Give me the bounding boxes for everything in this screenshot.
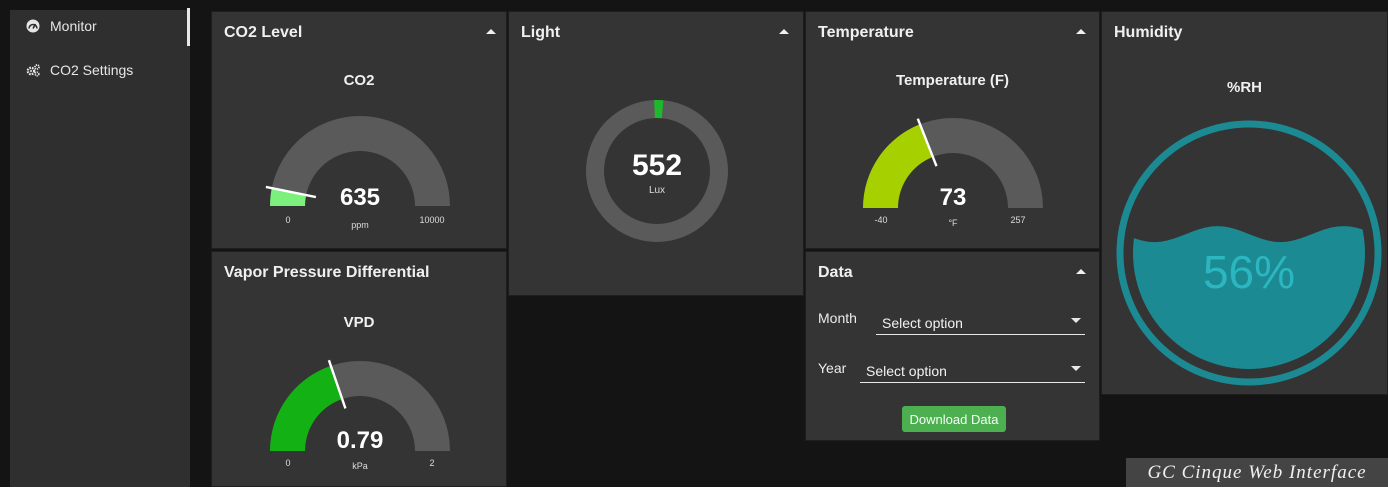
gauge-min-label: 0	[285, 458, 290, 468]
month-select-value: Select option	[882, 315, 963, 331]
year-select-value: Select option	[866, 363, 947, 379]
watermark-caption: GC Cinque Web Interface	[1126, 458, 1388, 487]
gauge-unit: °F	[948, 218, 958, 228]
humidity-card: Humidity %RH 56%	[1101, 11, 1388, 395]
year-select[interactable]: Select option	[860, 358, 1085, 383]
chevron-down-icon	[1071, 366, 1081, 371]
gauge-max-label: 2	[429, 458, 434, 468]
donut-value: 552	[632, 149, 682, 182]
co2-level-card: CO2 Level CO2 635 ppm 0 10000	[211, 11, 507, 249]
vpd-gauge: 0.79 kPa 0 2	[212, 252, 508, 488]
sidebar-item-co2-settings[interactable]: CO2 Settings	[10, 55, 190, 85]
gauge-unit: kPa	[352, 461, 368, 471]
sidebar-item-monitor[interactable]: Monitor	[10, 11, 190, 41]
dashboard-icon	[26, 19, 40, 33]
liquid-gauge-value: 56%	[1203, 246, 1295, 298]
temperature-gauge: 73 °F -40 257	[806, 12, 1101, 250]
month-select[interactable]: Select option	[876, 310, 1085, 335]
light-card: Light 552 Lux	[508, 11, 804, 296]
cogs-icon	[26, 63, 40, 77]
sidebar: Monitor CO2 Settings	[10, 10, 190, 487]
gauge-fill	[270, 366, 342, 451]
month-label: Month	[818, 310, 857, 326]
chevron-down-icon	[1071, 318, 1081, 323]
sidebar-item-label: CO2 Settings	[50, 62, 133, 78]
gauge-max-label: 10000	[419, 215, 444, 225]
gauge-value: 73	[940, 184, 967, 211]
co2-gauge: 635 ppm 0 10000	[212, 12, 508, 250]
gauge-min-label: -40	[874, 215, 887, 225]
gauge-min-label: 0	[285, 215, 290, 225]
data-card: Data Month Select option Year Select opt…	[805, 251, 1100, 441]
light-donut-gauge: 552 Lux	[509, 12, 805, 297]
gauge-unit: ppm	[351, 220, 369, 230]
card-title: Data	[818, 264, 853, 282]
collapse-toggle-icon[interactable]	[1072, 264, 1090, 278]
gauge-value: 0.79	[337, 427, 384, 454]
sidebar-item-label: Monitor	[50, 18, 97, 34]
download-data-button[interactable]: Download Data	[902, 406, 1006, 432]
gauge-fill	[863, 124, 933, 208]
app-root: Monitor CO2 Settings CO2 Level CO2 635 p…	[0, 0, 1388, 487]
humidity-liquid-gauge: 56%	[1102, 12, 1388, 396]
active-nav-indicator	[187, 8, 190, 46]
gauge-value: 635	[340, 184, 380, 211]
year-label: Year	[818, 360, 846, 376]
donut-unit: Lux	[649, 185, 665, 196]
temperature-card: Temperature Temperature (F) 73 °F -40 25…	[805, 11, 1100, 249]
gauge-max-label: 257	[1010, 215, 1025, 225]
vpd-card: Vapor Pressure Differential VPD 0.79 kPa…	[211, 251, 507, 487]
